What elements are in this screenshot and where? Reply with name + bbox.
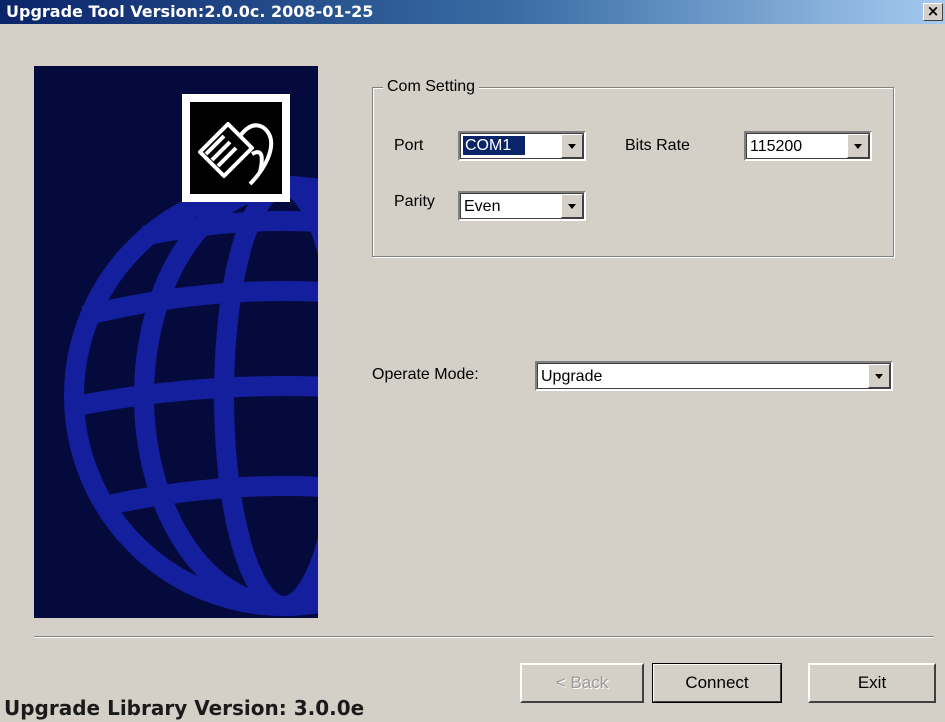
chevron-down-icon[interactable]: [561, 134, 583, 158]
port-select[interactable]: COM1: [458, 131, 586, 161]
port-value: COM1: [463, 136, 526, 155]
parity-select[interactable]: Even: [458, 191, 586, 221]
separator-line: [34, 636, 934, 638]
port-label: Port: [394, 137, 424, 154]
title-bar[interactable]: Upgrade Tool Version:2.0.0c. 2008-01-25 …: [0, 0, 945, 24]
parity-label: Parity: [394, 193, 435, 210]
com-setting-legend: Com Setting: [383, 78, 480, 96]
operate-mode-value: Upgrade: [541, 368, 603, 385]
connect-button[interactable]: Connect: [652, 663, 782, 703]
com-setting-group: Com Setting: [372, 78, 894, 257]
bits-rate-label: Bits Rate: [625, 137, 690, 154]
bits-rate-select[interactable]: 115200: [744, 131, 872, 161]
logo-frame: [182, 94, 290, 202]
bits-rate-value: 115200: [750, 138, 803, 155]
parity-value: Even: [464, 198, 501, 215]
network-cable-icon: [190, 102, 282, 194]
side-banner: [34, 66, 318, 618]
chevron-down-icon[interactable]: [561, 194, 583, 218]
operate-mode-select[interactable]: Upgrade: [535, 361, 893, 391]
chevron-down-icon[interactable]: [868, 364, 890, 388]
library-version-text: Upgrade Library Version: 3.0.0e: [4, 696, 365, 720]
back-button[interactable]: < Back: [520, 663, 644, 703]
exit-button[interactable]: Exit: [808, 663, 936, 703]
close-button[interactable]: ×: [923, 3, 943, 21]
close-icon: ×: [926, 2, 940, 20]
operate-mode-label: Operate Mode:: [372, 366, 479, 383]
chevron-down-icon[interactable]: [847, 134, 869, 158]
window-title: Upgrade Tool Version:2.0.0c. 2008-01-25: [6, 2, 374, 21]
